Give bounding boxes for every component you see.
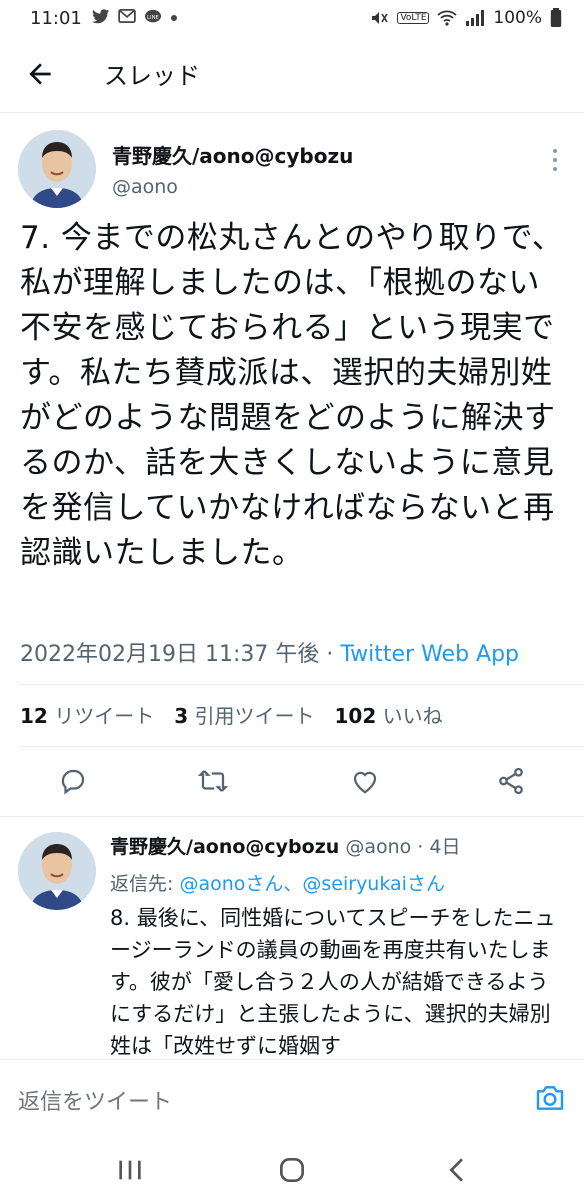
camera-icon[interactable]: [534, 1082, 566, 1114]
header-divider: [0, 112, 584, 113]
reply-to-line: 返信先: @aonoさん、@seiryukaiさん: [110, 869, 445, 896]
reply-compose-bar: 返信をツイート: [0, 1059, 584, 1138]
actions-divider: [0, 816, 584, 817]
author-name[interactable]: 青野慶久/aono@cybozu: [112, 140, 353, 169]
retweets-label: リツイート: [54, 704, 155, 728]
tweet-timestamp[interactable]: 2022年02月19日 11:37 午後: [20, 642, 319, 667]
quotes-label: 引用ツイート: [194, 704, 315, 728]
mute-icon: [372, 12, 389, 24]
quotes-count: 3: [174, 704, 189, 728]
reply-tweet-text[interactable]: 8. 最後に、同性婚についてスピーチをしたニュージーランドの議員の動画を再度共有…: [110, 902, 566, 1057]
reply-author-name[interactable]: 青野慶久/aono@cybozu: [110, 836, 339, 858]
dot-icon: [171, 15, 177, 21]
page-title: スレッド: [104, 62, 200, 90]
likes-stat[interactable]: 102 いいね: [334, 700, 442, 729]
thread-header: スレッド: [0, 40, 584, 110]
tweet-metadata: 2022年02月19日 11:37 午後 · Twitter Web App: [20, 636, 519, 668]
reply-to-prefix: 返信先:: [110, 873, 180, 895]
like-heart-icon[interactable]: [350, 766, 380, 796]
svg-text:LINE: LINE: [147, 15, 160, 21]
retweets-count: 12: [20, 704, 48, 728]
tweet-stats: 12 リツイート 3 引用ツイート 102 いいね: [20, 700, 443, 729]
battery-icon: [550, 8, 562, 27]
reply-input[interactable]: 返信をツイート: [18, 1084, 172, 1116]
gmail-icon: [118, 9, 136, 23]
system-nav-bar: [0, 1140, 584, 1200]
likes-count: 102: [334, 704, 377, 728]
wifi-icon: [437, 10, 458, 26]
reply-to-mentions[interactable]: @aonoさん、@seiryukaiさん: [179, 873, 445, 895]
tweet-text: 7. 今までの松丸さんとのやり取りで、私が理解しましたのは、「根拠のない不安を感…: [20, 220, 564, 571]
reply-separator: ·: [411, 836, 430, 858]
reply-age[interactable]: 4日: [429, 836, 460, 858]
reply-icon[interactable]: [58, 766, 88, 796]
meta-separator: ·: [319, 642, 341, 667]
twitter-icon: [92, 9, 110, 24]
status-bar: 11:01 LINE VoLTE 100%: [0, 0, 584, 36]
meta-divider: [20, 684, 584, 685]
retweets-stat[interactable]: 12 リツイート: [20, 700, 154, 729]
status-right: VoLTE 100%: [369, 8, 562, 28]
battery-level: 100%: [493, 8, 542, 28]
volte-badge: VoLTE: [397, 12, 430, 24]
author-avatar[interactable]: [18, 130, 96, 208]
author-handle[interactable]: @aono: [112, 176, 178, 198]
status-time: 11:01: [30, 8, 82, 29]
home-icon[interactable]: [276, 1154, 308, 1186]
reply-author-handle[interactable]: @aono: [345, 836, 411, 858]
share-icon[interactable]: [496, 766, 526, 796]
notification-icons: LINE: [92, 9, 178, 25]
back-nav-icon[interactable]: [442, 1154, 474, 1186]
reply-avatar-photo: [18, 832, 96, 910]
signal-icon: [466, 10, 485, 26]
reply-header: 青野慶久/aono@cybozu @aono · 4日: [110, 832, 460, 859]
recent-apps-icon[interactable]: [114, 1154, 146, 1186]
tweet-source-link[interactable]: Twitter Web App: [340, 642, 519, 667]
avatar-photo: [18, 130, 96, 208]
more-options-icon[interactable]: [550, 145, 560, 175]
likes-label: いいね: [382, 704, 443, 728]
back-arrow-icon[interactable]: [24, 58, 56, 90]
line-icon: LINE: [145, 9, 161, 23]
quotes-stat[interactable]: 3 引用ツイート: [174, 700, 314, 729]
retweet-icon[interactable]: [198, 766, 228, 796]
tweet-actions: [0, 746, 584, 816]
reply-author-avatar[interactable]: [18, 832, 96, 910]
